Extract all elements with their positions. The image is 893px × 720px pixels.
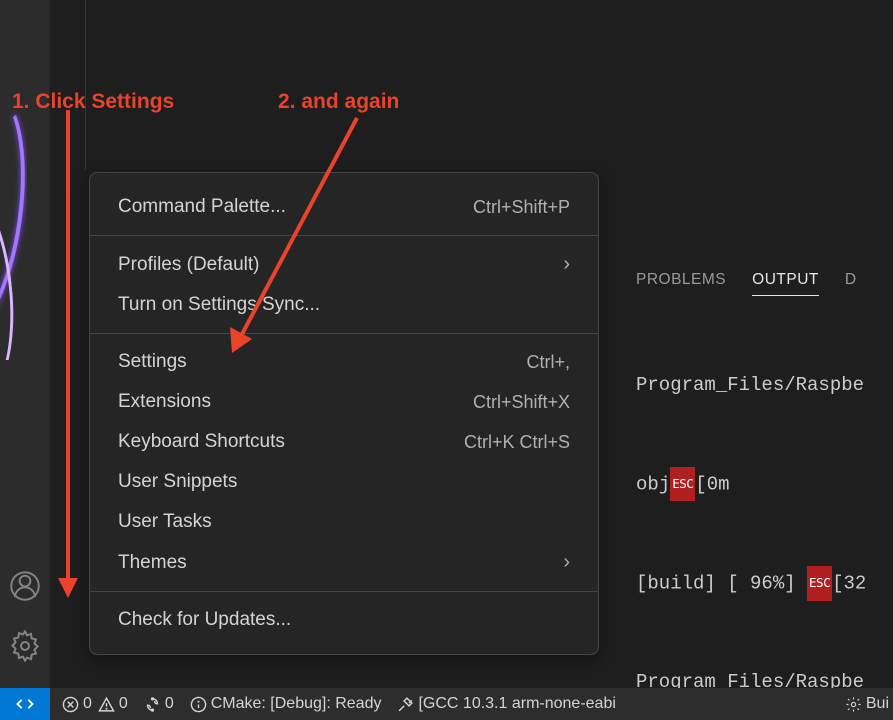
tab-output[interactable]: OUTPUT	[752, 271, 819, 296]
warnings-count: 0	[119, 695, 128, 713]
output-line: Program_Files/Raspbe	[636, 666, 893, 689]
gear-icon[interactable]	[9, 630, 41, 662]
editor-empty-area-right	[597, 0, 893, 260]
annotation-arrow-1	[56, 110, 86, 600]
menu-shortcut: Ctrl+K Ctrl+S	[464, 432, 570, 453]
output-line: objESC[0m	[636, 467, 893, 502]
annotation-label-1: 1. Click Settings	[12, 90, 174, 114]
menu-label: Keyboard Shortcuts	[118, 431, 285, 453]
esc-icon: ESC	[670, 467, 695, 502]
menu-settings-sync[interactable]: Turn on Settings Sync...	[90, 285, 598, 325]
menu-command-palette[interactable]: Command Palette... Ctrl+Shift+P	[90, 187, 598, 227]
output-line: [build] [ 96%] ESC[32	[636, 566, 893, 601]
output-line: Program_Files/Raspbe	[636, 369, 893, 402]
menu-label: User Tasks	[118, 511, 212, 533]
menu-check-updates[interactable]: Check for Updates...	[90, 600, 598, 640]
build-partial-text: Bui	[866, 695, 889, 713]
errors-count: 0	[83, 695, 92, 713]
menu-label: Check for Updates...	[118, 609, 291, 631]
menu-label: Command Palette...	[118, 196, 286, 218]
output-panel[interactable]: Program_Files/Raspbe objESC[0m [build] […	[622, 304, 893, 688]
ports-count: 0	[165, 695, 174, 713]
chevron-right-icon: ›	[563, 253, 570, 276]
menu-label: Extensions	[118, 391, 211, 413]
tab-problems[interactable]: PROBLEMS	[636, 271, 726, 295]
annotation-label-2: 2. and again	[278, 90, 399, 114]
menu-themes[interactable]: Themes ›	[90, 542, 598, 583]
menu-profiles[interactable]: Profiles (Default) ›	[90, 244, 598, 285]
status-bar: 0 0 0 CMake: [Debug]: Ready [GCC 10.3.1 …	[0, 688, 893, 720]
menu-label: Settings	[118, 351, 187, 373]
menu-shortcut: Ctrl+,	[526, 352, 570, 373]
menu-label: Themes	[118, 552, 187, 574]
editor-empty-area	[85, 0, 595, 170]
menu-shortcut: Ctrl+Shift+X	[473, 392, 570, 413]
esc-icon: ESC	[807, 566, 832, 601]
status-ports[interactable]: 0	[144, 695, 174, 713]
status-cmake[interactable]: CMake: [Debug]: Ready	[190, 695, 382, 713]
panel-tab-bar: PROBLEMS OUTPUT D	[622, 262, 893, 304]
menu-extensions[interactable]: Extensions Ctrl+Shift+X	[90, 382, 598, 422]
menu-settings[interactable]: Settings Ctrl+,	[90, 342, 598, 382]
menu-label: User Snippets	[118, 471, 237, 493]
menu-label: Turn on Settings Sync...	[118, 294, 320, 316]
menu-user-tasks[interactable]: User Tasks	[90, 502, 598, 542]
gcc-status-text: [GCC 10.3.1 arm-none-eabi	[418, 695, 615, 713]
menu-keyboard-shortcuts[interactable]: Keyboard Shortcuts Ctrl+K Ctrl+S	[90, 422, 598, 462]
chevron-right-icon: ›	[563, 551, 570, 574]
menu-shortcut: Ctrl+Shift+P	[473, 197, 570, 218]
status-build[interactable]: Bui	[845, 695, 889, 713]
remote-indicator[interactable]	[0, 688, 50, 720]
tab-more-partial[interactable]: D	[845, 271, 857, 295]
accounts-icon[interactable]	[9, 570, 41, 602]
status-warnings[interactable]: 0	[98, 695, 128, 713]
menu-label: Profiles (Default)	[118, 254, 260, 276]
menu-user-snippets[interactable]: User Snippets	[90, 462, 598, 502]
settings-context-menu: Command Palette... Ctrl+Shift+P Profiles…	[89, 172, 599, 655]
status-errors[interactable]: 0	[62, 695, 92, 713]
status-toolkit[interactable]: [GCC 10.3.1 arm-none-eabi	[397, 695, 615, 713]
cmake-status-text: CMake: [Debug]: Ready	[211, 695, 382, 713]
